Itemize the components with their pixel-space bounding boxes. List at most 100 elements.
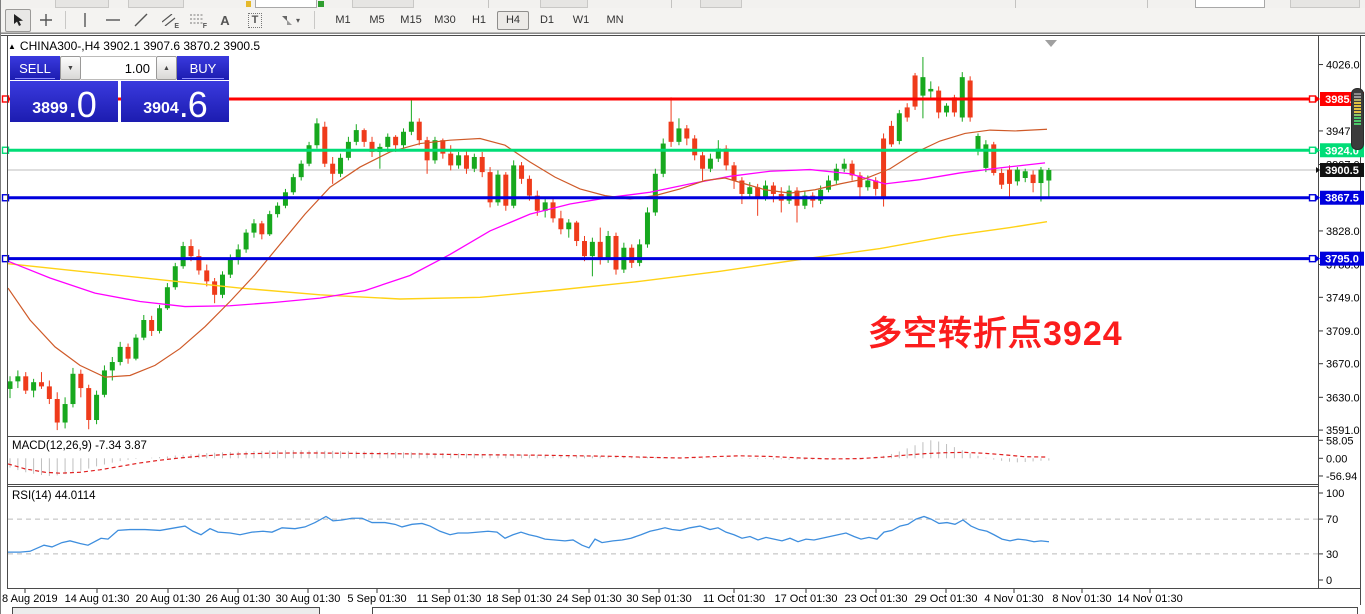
- candle-body: [551, 202, 556, 218]
- candle-body: [157, 308, 162, 331]
- buy-price-small: 3904: [143, 101, 179, 117]
- candle-body: [842, 164, 847, 169]
- candle-body: [362, 130, 367, 142]
- price-axis-label: 4026.0: [1326, 60, 1360, 72]
- hline-price-tag: 3867.5: [1325, 193, 1359, 205]
- macd-axis-label: 58.05: [1326, 435, 1354, 447]
- candle-body: [133, 338, 138, 359]
- candle-body: [31, 382, 36, 390]
- candle-body: [834, 169, 839, 181]
- sell-price-box[interactable]: 3899.0: [10, 81, 118, 122]
- mini-scroll-widget[interactable]: [1351, 88, 1364, 150]
- candle-body: [936, 91, 941, 113]
- macd-axis-label: 0.00: [1326, 453, 1347, 465]
- candle-body: [338, 158, 343, 174]
- chart-text-annotation[interactable]: 多空转折点3924: [868, 306, 1123, 355]
- candle-body: [173, 266, 178, 287]
- candle-body: [889, 126, 894, 144]
- date-axis-label: 24 Sep 01:30: [556, 593, 621, 605]
- volume-input[interactable]: [81, 56, 156, 80]
- candle-body: [503, 175, 508, 206]
- line-handle: [1310, 96, 1316, 102]
- widget-stripe: [1354, 111, 1361, 113]
- bottom-window-strip: [0, 606, 1365, 614]
- candle-body: [118, 347, 123, 362]
- candle-body: [1038, 170, 1043, 183]
- bottom-window-fragment[interactable]: [372, 607, 1358, 614]
- price-axis-label: 3828.0: [1326, 226, 1360, 238]
- candle-body: [464, 155, 469, 168]
- candle-body: [653, 174, 658, 213]
- candle-body: [86, 388, 91, 420]
- buy-button[interactable]: BUY: [177, 56, 229, 80]
- candle-body: [385, 137, 390, 147]
- date-axis-label: 5 Sep 01:30: [347, 593, 406, 605]
- candle-body: [55, 399, 60, 423]
- volume-decrease-button[interactable]: ▼: [60, 56, 81, 80]
- candle-body: [181, 246, 186, 266]
- price-axis-label: 3670.0: [1326, 359, 1360, 371]
- candle-body: [126, 347, 131, 359]
- date-axis-label: 11 Oct 01:30: [703, 593, 765, 605]
- bottom-window-fragment[interactable]: [12, 607, 320, 614]
- candle-body: [330, 164, 335, 174]
- candle-body: [999, 173, 1004, 185]
- candle-body: [732, 165, 737, 180]
- candle-body: [692, 138, 697, 155]
- date-axis-label: 11 Sep 01:30: [417, 593, 482, 605]
- collapse-arrow-icon[interactable]: ▲: [8, 42, 16, 51]
- candle-body: [409, 122, 414, 132]
- candle-body: [47, 386, 52, 399]
- date-axis-label: 30 Sep 01:30: [626, 593, 691, 605]
- volume-increase-button[interactable]: ▲: [156, 56, 177, 80]
- candle-body: [905, 107, 910, 117]
- date-axis-label: 17 Oct 01:30: [775, 593, 838, 605]
- price-axis-label: 3630.0: [1326, 392, 1360, 404]
- widget-stripe: [1354, 108, 1361, 110]
- candle-body: [417, 122, 422, 140]
- date-axis-label: 26 Aug 01:30: [206, 593, 271, 605]
- candle-body: [8, 381, 13, 389]
- candle-body: [684, 128, 689, 138]
- candle-body: [669, 122, 674, 142]
- candle-body: [244, 233, 249, 250]
- spin-down-icon: ▼: [67, 65, 74, 72]
- candle-body: [629, 248, 634, 263]
- candle-body: [747, 187, 752, 194]
- mt5-terminal: { "toolbar": { "letters": {"text_tool": …: [0, 0, 1365, 614]
- candle-body: [307, 145, 312, 163]
- candle-body: [149, 320, 154, 331]
- buy-price-box[interactable]: 3904.6: [121, 81, 229, 122]
- rsi-axis-label: 30: [1326, 549, 1338, 561]
- candle-body: [897, 113, 902, 141]
- macd-axis-label: -56.94: [1326, 471, 1357, 483]
- candle-body: [1046, 170, 1051, 181]
- date-axis-label: 14 Nov 01:30: [1117, 593, 1182, 605]
- candle-body: [259, 223, 264, 234]
- candle-body: [212, 281, 217, 294]
- candle-body: [763, 186, 768, 198]
- candle-body: [920, 77, 925, 95]
- candle-body: [928, 89, 933, 92]
- candle-body: [708, 159, 713, 169]
- candle-body: [63, 404, 68, 422]
- sell-button[interactable]: SELL: [10, 56, 60, 80]
- date-axis-label: 14 Aug 01:30: [65, 593, 130, 605]
- widget-stripe: [1354, 114, 1361, 116]
- candle-body: [70, 374, 75, 404]
- widget-stripe: [1354, 117, 1361, 119]
- line-handle: [1310, 256, 1316, 262]
- candle-body: [204, 270, 209, 281]
- current-price-tag: 3900.5: [1325, 165, 1359, 177]
- date-axis-label: 8 Aug 2019: [2, 593, 58, 605]
- candle-body: [755, 187, 760, 197]
- widget-stripe: [1354, 93, 1361, 95]
- symbol-ohlc-header: ▲CHINA300-,H4 3902.1 3907.6 3870.2 3900.…: [8, 39, 260, 53]
- widget-stripe: [1354, 99, 1361, 101]
- candle-body: [582, 241, 587, 256]
- candle-body: [291, 177, 296, 192]
- candle-body: [322, 127, 327, 164]
- chart-shift-marker[interactable]: [1045, 40, 1057, 47]
- candle-body: [881, 138, 886, 196]
- candle-body: [944, 106, 949, 113]
